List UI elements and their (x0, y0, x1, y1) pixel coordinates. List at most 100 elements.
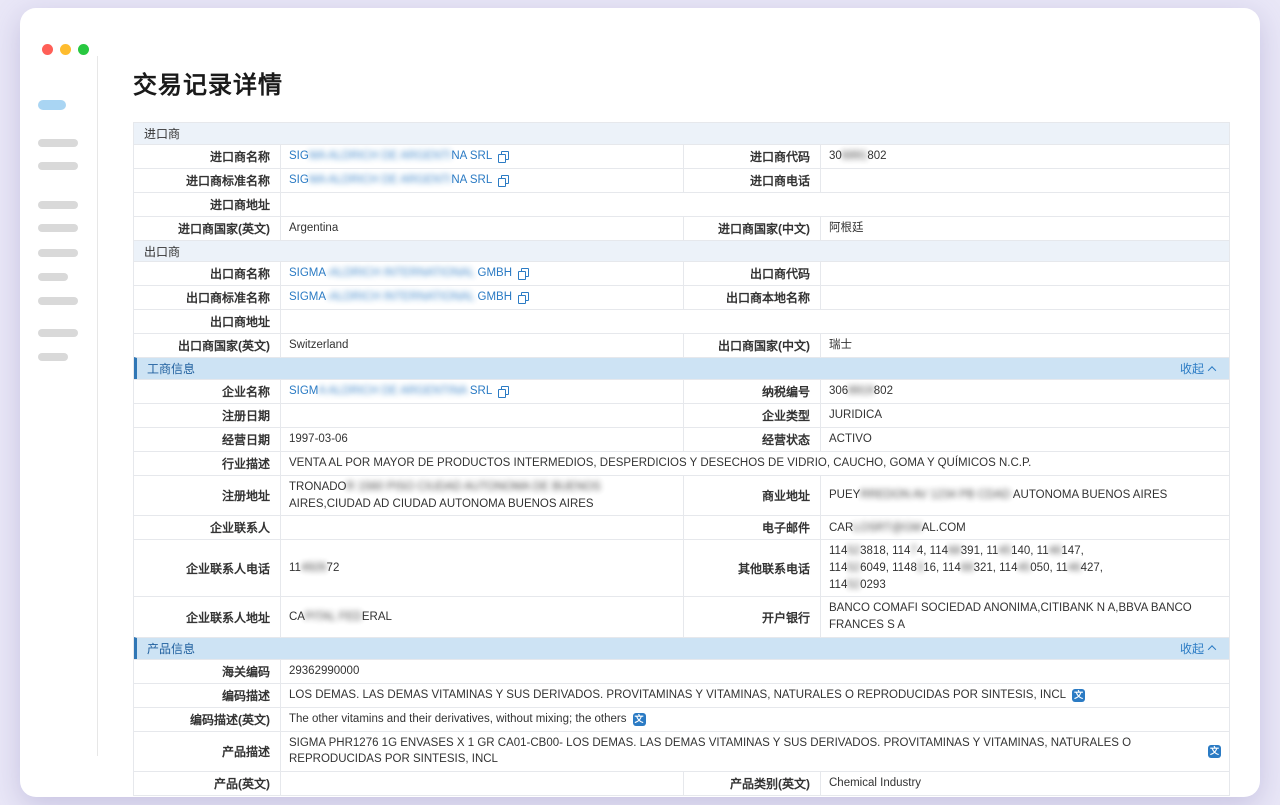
value-wrap: BANCO COMAFI SOCIEDAD ANONIMA,CITIBANK N… (829, 600, 1221, 633)
field-label: 企业名称 (134, 380, 281, 403)
field-label-text: 纳税编号 (762, 383, 810, 400)
value-wrap: LOS DEMAS. LAS DEMAS VITAMINAS Y SUS DER… (289, 687, 1066, 704)
copy-icon[interactable] (518, 292, 528, 304)
value-text: Switzerland (289, 339, 348, 351)
field-value (821, 286, 1229, 309)
page-title: 交易记录详情 (133, 70, 1230, 102)
redacted-text: 68 (948, 545, 961, 557)
detail-table: 进口商进口商名称SIGMA ALDRICH DE ARGENTINA SRL进口… (133, 122, 1230, 796)
collapse-toggle[interactable]: 收起 (1180, 360, 1219, 377)
browser-window: 交易记录详情 进口商进口商名称SIGMA ALDRICH DE ARGENTIN… (20, 8, 1260, 797)
field-label: 出口商标准名称 (134, 286, 281, 309)
value-text: SIG (289, 174, 309, 186)
field-value-link[interactable]: SIGMA ALDRICH DE ARGENTINA SRL (281, 380, 684, 403)
sidebar-item[interactable] (38, 249, 78, 257)
value-text: VENTA AL POR MAYOR DE PRODUCTOS INTERMED… (289, 457, 1031, 469)
value-text: LOS DEMAS. LAS DEMAS VITAMINAS Y SUS DER… (289, 689, 1066, 701)
field-label: 进口商国家(中文) (684, 217, 821, 240)
zoom-button[interactable] (78, 44, 89, 55)
sidebar-item[interactable] (38, 273, 68, 281)
field-label: 进口商国家(英文) (134, 217, 281, 240)
field-value (281, 310, 1229, 333)
field-label: 经营状态 (684, 428, 821, 451)
traffic-lights (42, 44, 89, 55)
value-text: SIGMA (289, 267, 326, 279)
field-value-link[interactable]: SIGMA ALDRICH DE ARGENTINA SRL (281, 145, 684, 168)
table-row: 产品(英文)产品类别(英文)Chemical Industry (134, 771, 1229, 795)
table-row: 出口商名称SIGMA-ALDRICH INTERNATIONAL GMBH出口商… (134, 261, 1229, 285)
value-text: CAR (829, 522, 853, 534)
sidebar-item[interactable] (38, 224, 78, 232)
translate-icon[interactable]: 文 (633, 713, 646, 726)
field-value: BANCO COMAFI SOCIEDAD ANONIMA,CITIBANK N… (821, 597, 1229, 636)
sidebar-item[interactable] (38, 329, 78, 337)
collapse-toggle[interactable]: 收起 (1180, 640, 1219, 657)
field-label-text: 出口商地址 (210, 313, 270, 330)
copy-icon[interactable] (498, 151, 508, 163)
copy-icon[interactable] (498, 386, 508, 398)
sidebar-item[interactable] (38, 139, 78, 147)
close-button[interactable] (42, 44, 53, 55)
translate-icon[interactable]: 文 (1208, 745, 1221, 758)
section-title: 工商信息 (147, 360, 195, 377)
field-value-link[interactable]: SIGMA ALDRICH DE ARGENTINA SRL (281, 169, 684, 192)
value-text: 306 (829, 385, 848, 397)
sidebar-item-active[interactable] (38, 100, 66, 110)
value-text: 0293 (860, 579, 886, 591)
field-label: 编码描述(英文) (134, 708, 281, 731)
table-row: 行业描述VENTA AL POR MAYOR DE PRODUCTOS INTE… (134, 451, 1229, 475)
field-value-link[interactable]: SIGMA-ALDRICH INTERNATIONAL GMBH (281, 262, 684, 285)
value-text: 114 (829, 579, 847, 591)
value-wrap: 306891802 (829, 148, 887, 165)
table-row: 进口商地址 (134, 192, 1229, 216)
field-label: 出口商国家(英文) (134, 334, 281, 357)
field-value: ACTIVO (821, 428, 1229, 451)
section-header-business-info: 工商信息 收起 (134, 357, 1229, 379)
redacted-text: 45 (998, 545, 1011, 557)
sidebar-item[interactable] (38, 201, 78, 209)
section-title: 产品信息 (147, 640, 195, 657)
field-label-text: 编码描述 (222, 687, 270, 704)
field-value: Argentina (281, 217, 684, 240)
minimize-button[interactable] (60, 44, 71, 55)
value-text: Chemical Industry (829, 777, 921, 789)
copy-icon[interactable] (518, 268, 528, 280)
field-label: 海关编码 (134, 660, 281, 683)
value-wrap: TRONADOR 1560 PISO CIUDAD AUTONOMA DE BU… (289, 479, 675, 512)
section-header-exporter: 出口商 (134, 240, 1229, 261)
field-value: 29362990000 (281, 660, 1229, 683)
sidebar-divider (97, 56, 98, 756)
field-value (281, 516, 684, 539)
field-label: 其他联系电话 (684, 540, 821, 596)
sidebar (38, 100, 82, 361)
field-label: 进口商标准名称 (134, 169, 281, 192)
field-label: 产品(英文) (134, 772, 281, 795)
value-text: 3818, 114 (860, 545, 910, 557)
field-label: 注册日期 (134, 404, 281, 427)
field-label-text: 其他联系电话 (738, 560, 810, 577)
value-wrap: PUEYRREDON AV 1234 PB CDAD AUTONOMA BUEN… (829, 487, 1167, 504)
redacted-text: 52 (847, 579, 860, 591)
field-value-link[interactable]: SIGMA-ALDRICH INTERNATIONAL GMBH (281, 286, 684, 309)
sidebar-item[interactable] (38, 297, 78, 305)
value-wrap: 1997-03-06 (289, 431, 348, 448)
field-label-text: 编码描述(英文) (190, 711, 270, 728)
field-label-text: 注册日期 (222, 407, 270, 424)
translate-icon[interactable]: 文 (1072, 689, 1085, 702)
value-text: AUTONOMA BUENOS AIRES (1010, 489, 1167, 501)
table-row: 出口商国家(英文)Switzerland出口商国家(中文)瑞士 (134, 333, 1229, 357)
redacted-text: 46 (1068, 562, 1081, 574)
field-label-text: 进口商名称 (210, 148, 270, 165)
field-value: 3068919802 (821, 380, 1229, 403)
copy-icon[interactable] (498, 175, 508, 187)
collapse-label: 收起 (1180, 360, 1204, 377)
value-wrap: The other vitamins and their derivatives… (289, 711, 627, 728)
sidebar-item[interactable] (38, 353, 68, 361)
value-text: 391, 11 (961, 545, 999, 557)
sidebar-item[interactable] (38, 162, 78, 170)
field-value: PUEYRREDON AV 1234 PB CDAD AUTONOMA BUEN… (821, 476, 1229, 515)
table-row: 海关编码29362990000 (134, 659, 1229, 683)
field-label: 出口商本地名称 (684, 286, 821, 309)
field-label: 出口商名称 (134, 262, 281, 285)
value-wrap: ACTIVO (829, 431, 872, 448)
